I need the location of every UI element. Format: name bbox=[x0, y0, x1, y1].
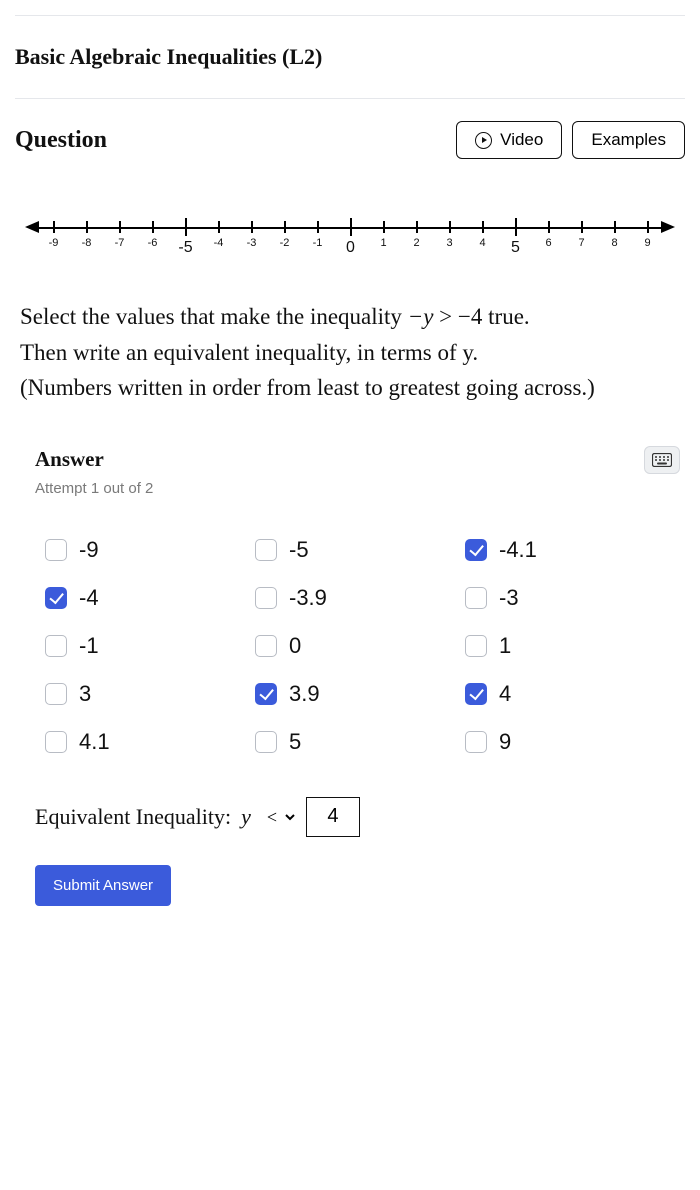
choice-label: -1 bbox=[79, 633, 99, 659]
number-line-tick: 5 bbox=[515, 221, 516, 239]
choice-item: 1 bbox=[465, 633, 675, 659]
attempt-counter: Attempt 1 out of 2 bbox=[15, 480, 685, 527]
number-line-tick: 6 bbox=[548, 221, 549, 233]
choice-item: 5 bbox=[255, 729, 465, 755]
choice-checkbox[interactable] bbox=[45, 587, 67, 609]
choice-item: 4.1 bbox=[45, 729, 255, 755]
choice-checkbox[interactable] bbox=[255, 683, 277, 705]
choice-item: -3 bbox=[465, 585, 675, 611]
number-line-tick: -9 bbox=[53, 221, 54, 233]
choice-item: 0 bbox=[255, 633, 465, 659]
number-line-tick: -2 bbox=[284, 221, 285, 233]
number-line-tick: -4 bbox=[218, 221, 219, 233]
choice-item: -4 bbox=[45, 585, 255, 611]
choice-checkbox[interactable] bbox=[45, 731, 67, 753]
choice-checkbox[interactable] bbox=[45, 539, 67, 561]
number-line-tick: -7 bbox=[119, 221, 120, 233]
prompt-text: true. bbox=[482, 304, 529, 329]
choice-checkbox[interactable] bbox=[465, 683, 487, 705]
inequality-expression: −y > −4 bbox=[408, 304, 483, 329]
keypad-button[interactable] bbox=[644, 446, 680, 474]
choice-checkbox[interactable] bbox=[255, 539, 277, 561]
choice-label: -9 bbox=[79, 537, 99, 563]
choice-checkbox[interactable] bbox=[255, 587, 277, 609]
choice-checkbox[interactable] bbox=[45, 635, 67, 657]
prompt-text: (Numbers written in order from least to … bbox=[20, 375, 595, 400]
choice-label: 4.1 bbox=[79, 729, 110, 755]
choice-item: 4 bbox=[465, 681, 675, 707]
video-button[interactable]: Video bbox=[456, 121, 562, 159]
choice-item: 3 bbox=[45, 681, 255, 707]
equivalent-variable: y bbox=[241, 804, 251, 830]
examples-button-label: Examples bbox=[591, 130, 666, 150]
number-line-tick: -8 bbox=[86, 221, 87, 233]
choice-item: -9 bbox=[45, 537, 255, 563]
question-heading: Question bbox=[15, 127, 107, 154]
operator-select[interactable]: <>≤≥= bbox=[259, 804, 298, 830]
number-line-tick: 0 bbox=[350, 221, 351, 239]
number-line-tick: 9 bbox=[647, 221, 648, 233]
answer-heading: Answer bbox=[35, 447, 104, 472]
number-line-tick: 7 bbox=[581, 221, 582, 233]
choice-checkbox[interactable] bbox=[45, 683, 67, 705]
choice-checkbox[interactable] bbox=[465, 635, 487, 657]
choice-item: -1 bbox=[45, 633, 255, 659]
number-line-tick: -5 bbox=[185, 221, 186, 239]
choice-item: -4.1 bbox=[465, 537, 675, 563]
choice-item: -5 bbox=[255, 537, 465, 563]
number-line-tick: 1 bbox=[383, 221, 384, 233]
choice-checkbox[interactable] bbox=[255, 635, 277, 657]
choice-checkbox[interactable] bbox=[465, 539, 487, 561]
choice-label: 9 bbox=[499, 729, 511, 755]
video-button-label: Video bbox=[500, 130, 543, 150]
arrow-right-icon bbox=[661, 221, 675, 233]
prompt-text: Then write an equivalent inequality, in … bbox=[20, 340, 478, 365]
choice-label: 5 bbox=[289, 729, 301, 755]
question-prompt: Select the values that make the inequali… bbox=[15, 299, 685, 426]
choice-item: 9 bbox=[465, 729, 675, 755]
number-line-tick: 4 bbox=[482, 221, 483, 233]
play-icon bbox=[475, 132, 492, 149]
number-line: -9 -8 -7 -6 -5 -4 -3 -2 -1 0 1 2 3 4 5 6 7 8 9 bbox=[15, 159, 685, 299]
equivalent-value-input[interactable] bbox=[306, 797, 360, 837]
choice-label: 4 bbox=[499, 681, 511, 707]
choice-label: 0 bbox=[289, 633, 301, 659]
number-line-tick: 2 bbox=[416, 221, 417, 233]
choice-item: 3.9 bbox=[255, 681, 465, 707]
choice-label: -3 bbox=[499, 585, 519, 611]
lesson-title: Basic Algebraic Inequalities (L2) bbox=[15, 16, 685, 98]
choice-checkbox[interactable] bbox=[465, 587, 487, 609]
choice-grid: -9 -5 -4.1 -4 -3.9 -3 -1 0 1 3 3.9 4 4.1 5 9 bbox=[15, 527, 685, 775]
keyboard-icon bbox=[652, 453, 672, 467]
prompt-text: Select the values that make the inequali… bbox=[20, 304, 408, 329]
choice-label: -4.1 bbox=[499, 537, 537, 563]
choice-checkbox[interactable] bbox=[465, 731, 487, 753]
choice-item: -3.9 bbox=[255, 585, 465, 611]
choice-label: -4 bbox=[79, 585, 99, 611]
choice-label: 3 bbox=[79, 681, 91, 707]
number-line-tick: -3 bbox=[251, 221, 252, 233]
number-line-tick: 8 bbox=[614, 221, 615, 233]
choice-label: -3.9 bbox=[289, 585, 327, 611]
choice-label: 1 bbox=[499, 633, 511, 659]
submit-button[interactable]: Submit Answer bbox=[35, 865, 171, 906]
number-line-tick: 3 bbox=[449, 221, 450, 233]
equivalent-label: Equivalent Inequality: bbox=[35, 804, 231, 830]
choice-label: 3.9 bbox=[289, 681, 320, 707]
number-line-tick: -6 bbox=[152, 221, 153, 233]
choice-label: -5 bbox=[289, 537, 309, 563]
choice-checkbox[interactable] bbox=[255, 731, 277, 753]
number-line-tick: -1 bbox=[317, 221, 318, 233]
examples-button[interactable]: Examples bbox=[572, 121, 685, 159]
